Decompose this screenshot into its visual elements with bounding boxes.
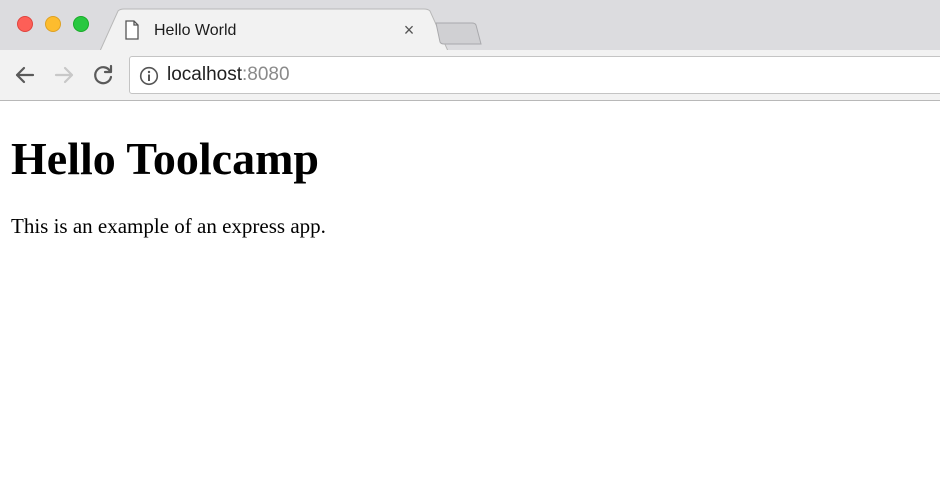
browser-titlebar: Hello World × <box>0 0 940 51</box>
page-paragraph: This is an example of an express app. <box>11 214 326 238</box>
url-port: :8080 <box>242 64 290 85</box>
tab-strip <box>99 8 482 51</box>
url-text: localhost:8080 <box>167 64 290 86</box>
arrow-left-icon[interactable] <box>12 62 38 88</box>
info-icon[interactable] <box>139 66 159 86</box>
page-heading: Hello Toolcamp <box>11 133 319 184</box>
browser-toolbar: localhost:8080 <box>0 50 940 101</box>
url-host: localhost <box>167 64 242 85</box>
new-tab-button <box>435 22 482 45</box>
reload-icon[interactable] <box>90 62 116 88</box>
document-icon <box>125 20 139 40</box>
active-tab-shape <box>99 8 449 51</box>
tab-title: Hello World <box>154 22 237 39</box>
address-bar[interactable]: localhost:8080 <box>129 56 940 94</box>
arrow-right-icon[interactable] <box>51 62 77 88</box>
tab-close-icon[interactable]: × <box>401 21 417 39</box>
